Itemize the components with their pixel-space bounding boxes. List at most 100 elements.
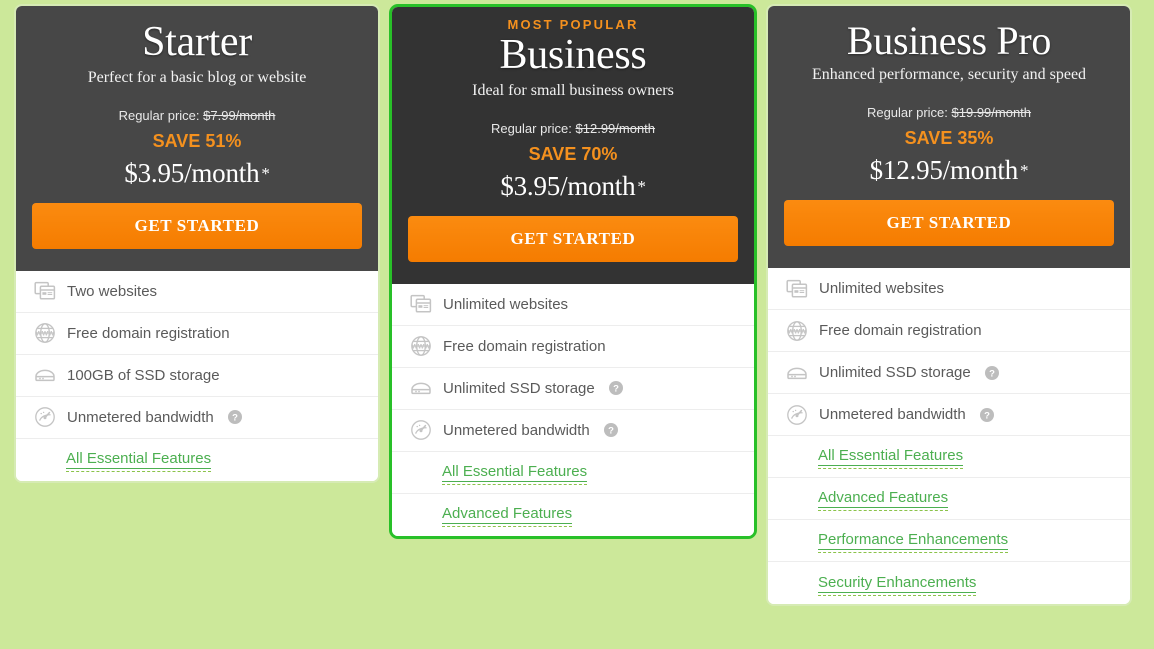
regular-price: Regular price: $19.99/month xyxy=(784,105,1114,120)
feature-list: Unlimited websites WWW Free domain registr… xyxy=(392,283,754,536)
regular-price-value: $7.99/month xyxy=(203,107,276,123)
current-price-value: $3.95/month xyxy=(124,157,260,188)
get-started-button[interactable]: GET STARTED xyxy=(32,202,362,249)
feature-link[interactable]: All Essential Features xyxy=(66,450,212,473)
pricing-card-business: MOST POPULAR Business Ideal for small busi… xyxy=(389,4,757,539)
feature-link[interactable]: Performance Enhancements xyxy=(818,531,1009,554)
regular-price-label: Regular price: xyxy=(490,120,572,136)
regular-price-value: $12.99/month xyxy=(575,120,656,136)
card-header: Business Pro Enhanced performance, securi… xyxy=(768,6,1130,269)
svg-text:WWW: WWW xyxy=(412,344,431,351)
feature-row: Unmetered bandwidth? xyxy=(392,410,754,452)
feature-row: Unlimited websites xyxy=(392,284,754,326)
feature-link[interactable]: All Essential Features xyxy=(442,463,588,485)
feature-link[interactable]: Advanced Features xyxy=(442,505,573,528)
regular-price: Regular price: $7.99/month xyxy=(32,108,362,123)
help-icon[interactable]: ? xyxy=(979,407,994,422)
feature-row: Unmetered bandwidth? xyxy=(768,394,1130,437)
plan-name: Business xyxy=(499,32,647,78)
plan-description: Ideal for small business owners xyxy=(472,81,674,99)
feature-label: Unmetered bandwidth xyxy=(67,408,214,426)
feature-row: Unlimited websites xyxy=(768,268,1130,311)
feature-label: Free domain registration xyxy=(67,324,230,342)
current-price: $3.95/month * xyxy=(32,158,362,189)
get-started-button[interactable]: GET STARTED xyxy=(784,200,1114,247)
regular-price-label: Regular price: xyxy=(866,105,948,121)
feature-list: Two websites WWW Free domain registration 1… xyxy=(16,270,378,481)
feature-label: Unlimited websites xyxy=(819,280,945,298)
feature-label: Free domain registration xyxy=(819,322,982,340)
ssd-storage-icon xyxy=(786,362,808,384)
current-price: $12.95/month * xyxy=(784,155,1114,186)
ssd-storage-icon xyxy=(410,377,432,399)
help-icon[interactable]: ? xyxy=(984,365,999,380)
feature-label: Free domain registration xyxy=(443,337,606,355)
most-popular-badge: MOST POPULAR xyxy=(507,17,639,32)
regular-price-label: Regular price: xyxy=(118,107,200,123)
save-badge: SAVE 35% xyxy=(904,128,994,149)
feature-label: Unlimited SSD storage xyxy=(443,379,595,397)
price-asterisk: * xyxy=(261,163,270,183)
feature-label: Unmetered bandwidth xyxy=(443,421,590,439)
www-globe-icon: WWW xyxy=(410,335,432,357)
bandwidth-gauge-icon xyxy=(410,419,432,441)
svg-text:?: ? xyxy=(232,412,238,423)
feature-link-row: Advanced Features xyxy=(768,478,1130,521)
feature-row: Two websites xyxy=(16,271,378,313)
help-icon[interactable]: ? xyxy=(608,381,623,396)
www-globe-icon: WWW xyxy=(786,320,808,342)
pricing-table: Starter Perfect for a basic blog or websi… xyxy=(0,0,1154,607)
feature-link[interactable]: All Essential Features xyxy=(818,447,964,470)
feature-label: 100GB of SSD storage xyxy=(67,366,220,384)
feature-row: Unmetered bandwidth? xyxy=(16,397,378,439)
feature-list: Unlimited websites WWW Free domain registr… xyxy=(768,268,1130,605)
feature-row: Unlimited SSD storage? xyxy=(392,368,754,410)
feature-label: Unlimited SSD storage xyxy=(819,364,971,382)
svg-text:?: ? xyxy=(608,425,614,436)
feature-row: WWW Free domain registration xyxy=(768,310,1130,353)
regular-price-value: $19.99/month xyxy=(951,105,1032,121)
feature-row: Unlimited SSD storage? xyxy=(768,352,1130,395)
bandwidth-gauge-icon xyxy=(786,404,808,426)
feature-row: 100GB of SSD storage xyxy=(16,355,378,397)
price-asterisk: * xyxy=(637,176,646,196)
svg-text:?: ? xyxy=(613,383,619,394)
feature-link-row: Performance Enhancements xyxy=(768,520,1130,563)
feature-link[interactable]: Security Enhancements xyxy=(818,574,977,596)
current-price-value: $12.95/month xyxy=(869,155,1019,186)
feature-link-row: All Essential Features xyxy=(16,439,378,481)
regular-price: Regular price: $12.99/month xyxy=(408,121,738,136)
plan-name: Starter xyxy=(142,19,252,65)
feature-row: WWW Free domain registration xyxy=(16,313,378,355)
websites-icon xyxy=(786,278,808,300)
save-badge: SAVE 70% xyxy=(528,143,618,164)
get-started-button[interactable]: GET STARTED xyxy=(408,215,738,262)
current-price: $3.95/month * xyxy=(408,171,738,202)
ssd-storage-icon xyxy=(34,364,56,386)
feature-link-row: Advanced Features xyxy=(392,494,754,536)
card-header: Starter Perfect for a basic blog or websi… xyxy=(16,6,378,271)
plan-name: Business Pro xyxy=(846,18,1052,63)
www-globe-icon: WWW xyxy=(34,322,56,344)
feature-link-row: Security Enhancements xyxy=(768,562,1130,604)
plan-description: Enhanced performance, security and speed xyxy=(811,66,1087,84)
pricing-card-starter: Starter Perfect for a basic blog or websi… xyxy=(14,4,380,483)
save-badge: SAVE 51% xyxy=(152,130,242,151)
websites-icon xyxy=(410,293,432,315)
svg-text:WWW: WWW xyxy=(788,328,807,335)
feature-label: Unmetered bandwidth xyxy=(819,406,966,424)
svg-text:?: ? xyxy=(984,410,990,421)
help-icon[interactable]: ? xyxy=(603,423,618,438)
plan-description: Perfect for a basic blog or website xyxy=(87,68,307,86)
feature-link-row: All Essential Features xyxy=(392,452,754,494)
help-icon[interactable]: ? xyxy=(227,410,242,425)
price-asterisk: * xyxy=(1020,161,1029,181)
feature-link[interactable]: Advanced Features xyxy=(818,489,949,512)
websites-icon xyxy=(34,280,56,302)
svg-text:?: ? xyxy=(989,368,995,379)
card-header: MOST POPULAR Business Ideal for small busi… xyxy=(392,7,754,284)
feature-label: Two websites xyxy=(67,282,158,300)
svg-text:WWW: WWW xyxy=(36,331,55,338)
pricing-card-business-pro: Business Pro Enhanced performance, securi… xyxy=(766,4,1132,607)
current-price-value: $3.95/month xyxy=(500,170,636,201)
